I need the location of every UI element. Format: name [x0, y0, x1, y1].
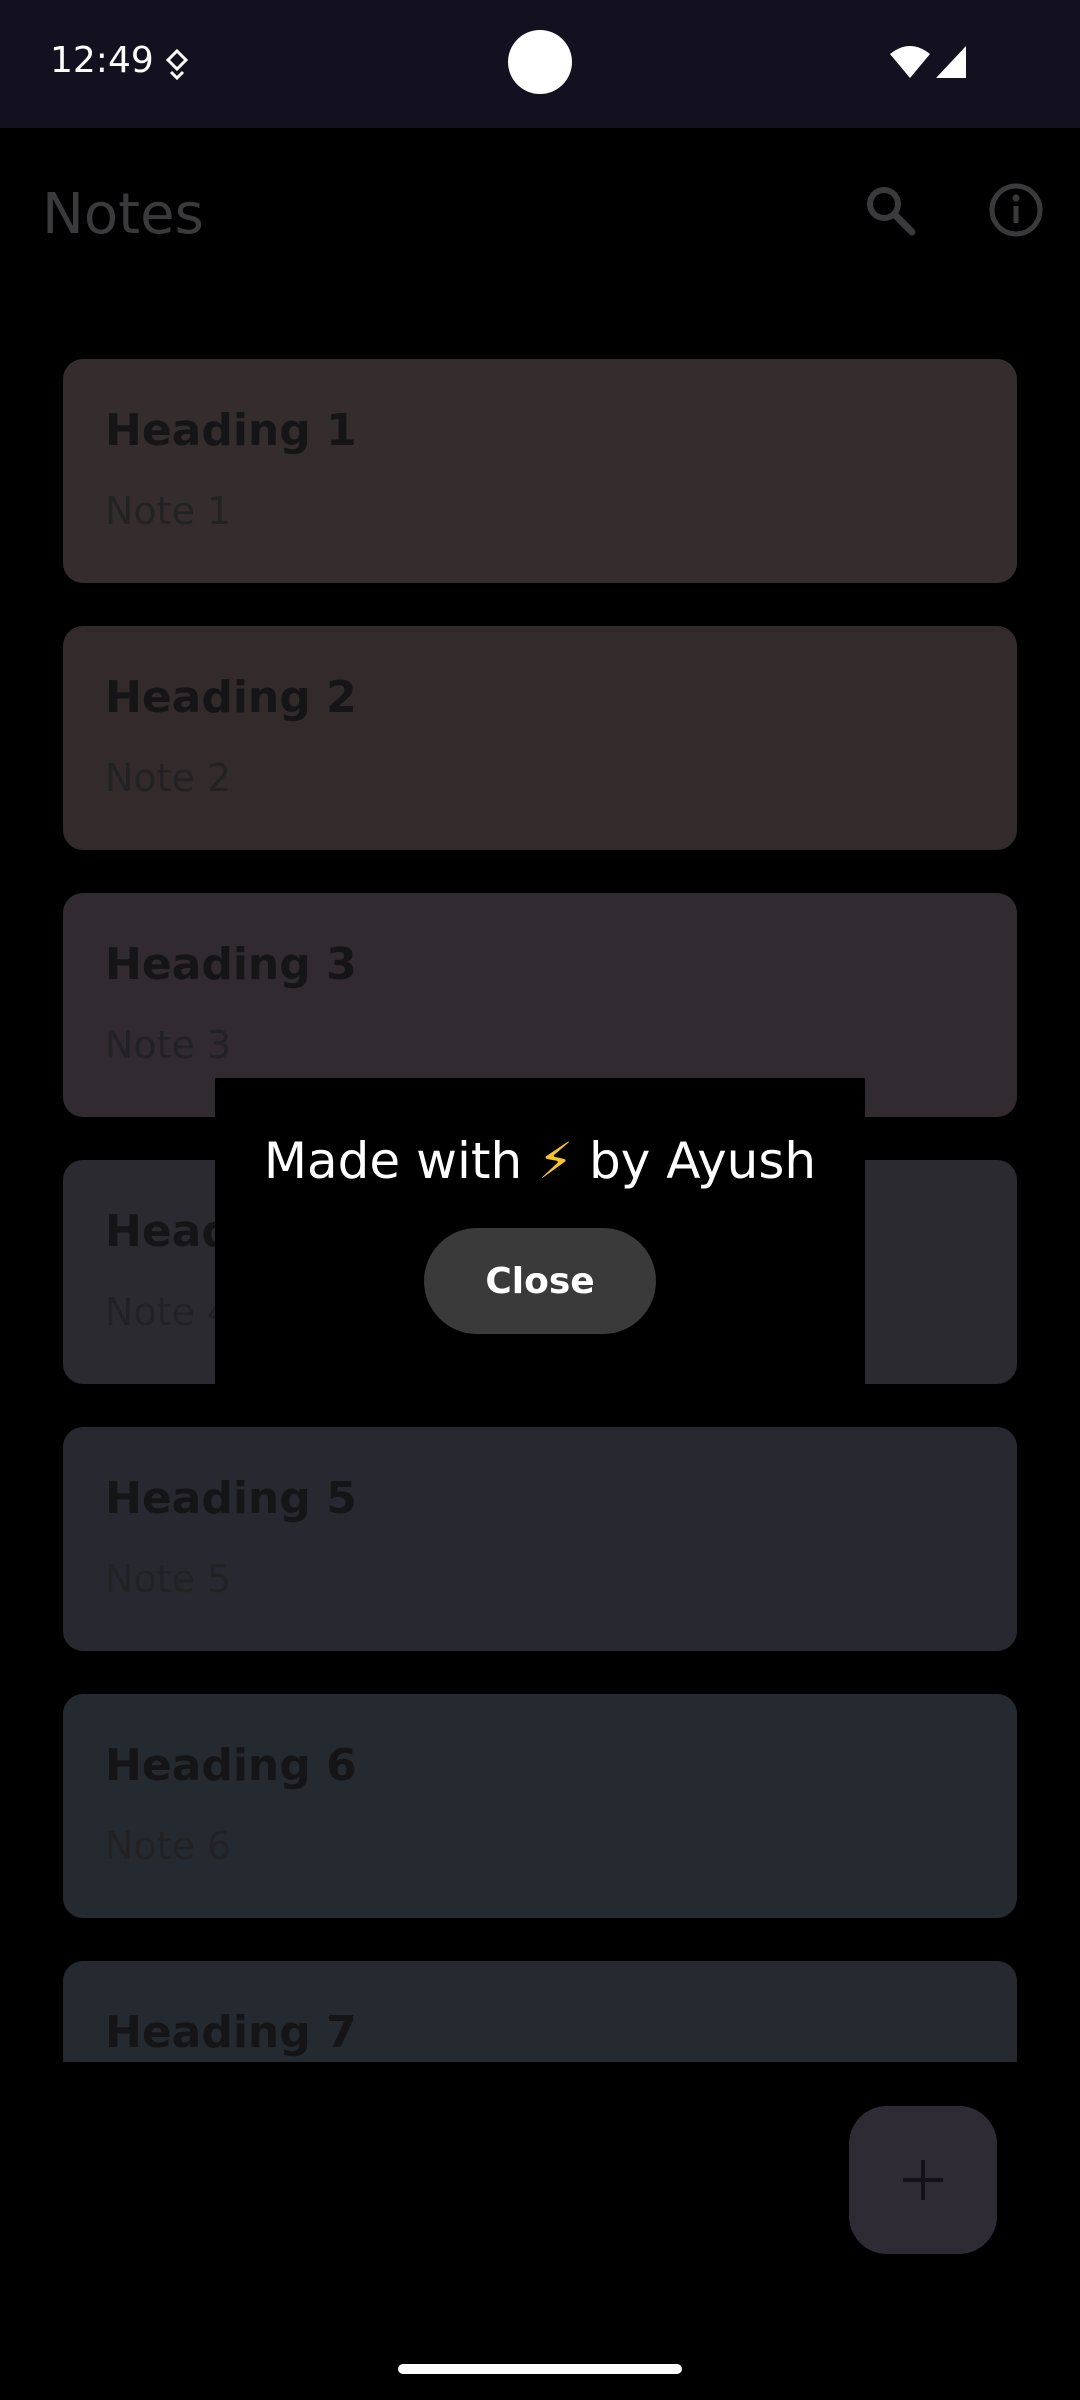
app-title: Notes: [42, 182, 204, 247]
note-card[interactable]: Heading 2 Note 2: [63, 626, 1017, 850]
close-button[interactable]: Close: [424, 1228, 656, 1334]
note-heading: Heading 1: [105, 405, 357, 456]
note-text: Note 1: [105, 489, 232, 533]
message-text: by Ayush: [573, 1132, 817, 1190]
add-note-button[interactable]: [849, 2106, 997, 2254]
home-indicator[interactable]: [398, 2364, 682, 2374]
dialog-message: Made with ⚡ by Ayush: [215, 1132, 865, 1190]
note-text: Note 2: [105, 756, 232, 800]
camera-cutout: [508, 30, 572, 94]
note-card[interactable]: Heading 6 Note 6: [63, 1694, 1017, 1918]
about-dialog: Made with ⚡ by Ayush Close: [215, 1078, 865, 1384]
status-time: 12:49: [50, 40, 154, 81]
note-text: Note 3: [105, 1023, 232, 1067]
sync-icon: [165, 48, 189, 81]
status-bar: 12:49: [0, 0, 1080, 128]
note-text: Note 4: [105, 1290, 232, 1334]
plus-icon: [903, 2160, 943, 2200]
note-card[interactable]: Heading 1 Note 1: [63, 359, 1017, 583]
wifi-icon: [890, 46, 930, 78]
note-heading: Heading 2: [105, 672, 357, 723]
note-heading: Heading 6: [105, 1740, 357, 1791]
note-heading: Heading 3: [105, 939, 357, 990]
note-card[interactable]: Heading 5 Note 5: [63, 1427, 1017, 1651]
note-text: Note 6: [105, 1824, 232, 1868]
note-text: Note 5: [105, 1557, 232, 1601]
note-card[interactable]: Heading 7: [63, 1961, 1017, 2062]
note-heading: Heading 5: [105, 1473, 357, 1524]
info-icon[interactable]: [984, 178, 1048, 242]
search-icon[interactable]: [858, 178, 922, 242]
lightning-icon: ⚡: [538, 1132, 574, 1190]
cell-signal-icon: [936, 46, 966, 78]
message-text: Made with: [263, 1132, 539, 1190]
note-heading: Heading 7: [105, 2007, 357, 2058]
